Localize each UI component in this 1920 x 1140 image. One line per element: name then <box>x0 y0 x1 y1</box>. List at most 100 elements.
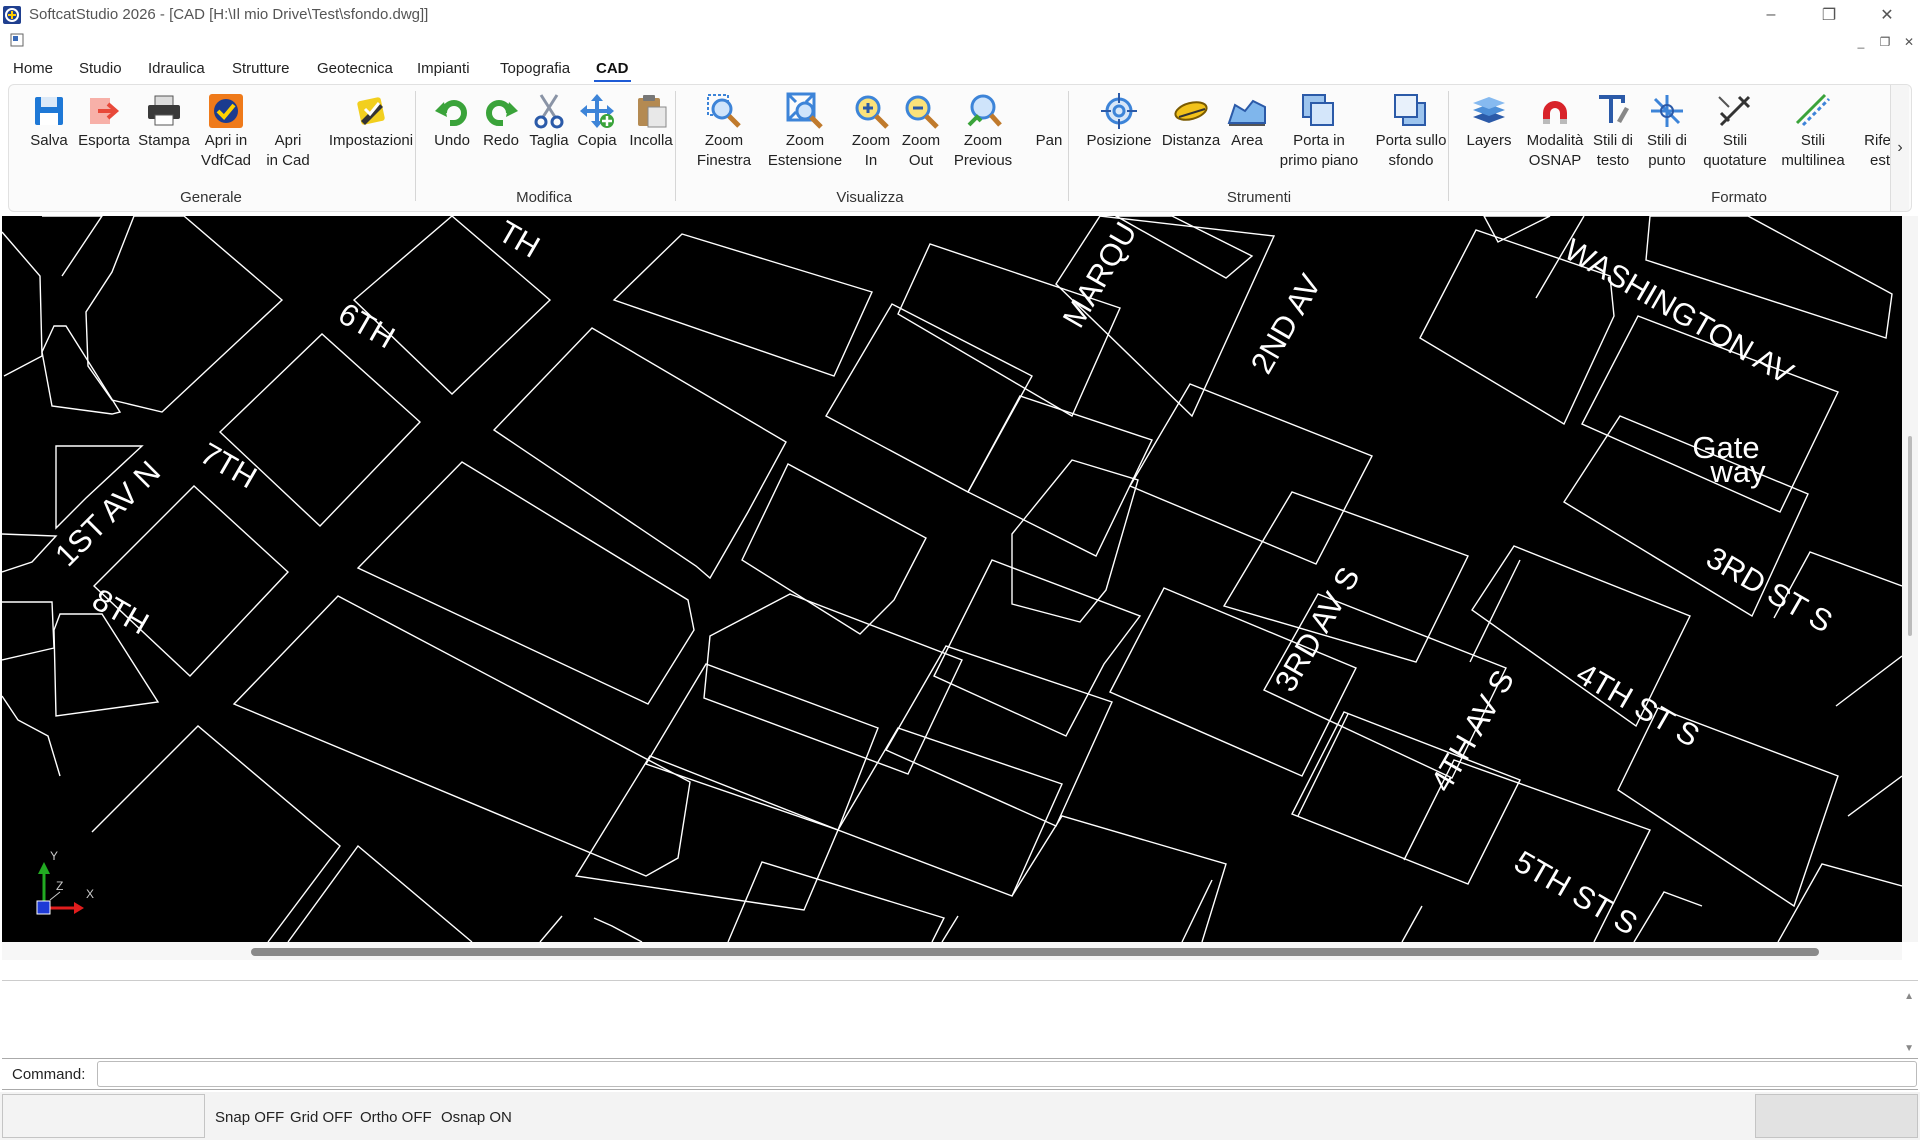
tab-impianti[interactable]: Impianti <box>417 60 470 77</box>
tab-home[interactable]: Home <box>13 60 53 77</box>
tab-studio[interactable]: Studio <box>79 60 122 77</box>
stili-multilinea-label: Stili multilinea <box>1781 132 1845 169</box>
group-label-visualizza: Visualizza <box>836 189 904 206</box>
zoom-window-icon <box>707 94 741 128</box>
tab-idraulica[interactable]: Idraulica <box>148 60 205 77</box>
copia-label: Copia <box>577 132 617 149</box>
apri-in-vdfcad-label: Apri in VdfCad <box>200 132 252 169</box>
group-separator <box>675 91 676 201</box>
ucs-y-label: Y <box>50 849 58 863</box>
stili-quotature-button[interactable]: Stili quotature <box>1695 91 1775 171</box>
porta-sullo-sfondo-label: Porta sullo sfondo <box>1375 132 1447 169</box>
street-label-4th-st-s: 4TH ST S <box>1571 656 1706 754</box>
window-title: SoftcatStudio 2026 - [CAD [H:\Il mio Dri… <box>29 6 429 23</box>
zoom-in-label: Zoom In <box>851 132 891 169</box>
tab-strutture[interactable]: Strutture <box>232 60 290 77</box>
window-close-button[interactable]: ✕ <box>1864 0 1910 30</box>
landmark-label-way: way <box>1709 454 1766 489</box>
canvas-vertical-scrollbar[interactable] <box>1902 216 1918 942</box>
document-icon <box>10 33 24 47</box>
group-label-modifica: Modifica <box>516 189 572 206</box>
document-minimize-button[interactable]: _ <box>1852 34 1870 52</box>
street-label-4th-av-s: 4TH AV S <box>1424 664 1521 797</box>
command-history-panel: ▲ ▼ <box>2 980 1918 1059</box>
layers-button[interactable]: Layers <box>1457 91 1521 151</box>
stili-di-punto-label: Stili di punto <box>1646 132 1687 169</box>
zoom-estensione-button[interactable]: Zoom Estensione <box>757 91 853 171</box>
document-close-button[interactable]: ✕ <box>1900 34 1918 52</box>
command-label: Command: <box>12 1066 86 1083</box>
porta-sullo-sfondo-button[interactable]: Porta sullo sfondo <box>1361 91 1461 171</box>
point-style-icon <box>1651 95 1683 127</box>
cad-drawing-canvas[interactable]: WASHINGTON AV 2ND AV MARQU 6TH 7TH 8TH 1… <box>2 216 1902 942</box>
group-separator <box>1448 91 1449 201</box>
street-label-2nd-av: 2ND AV <box>1244 268 1328 379</box>
zoom-out-button[interactable]: Zoom Out <box>893 91 949 171</box>
scissors-icon <box>534 94 564 129</box>
ribbon-tab-bar: Home Studio Idraulica Strutture Geotecni… <box>0 56 1920 84</box>
canvas-horizontal-scroll-thumb[interactable] <box>251 948 1819 956</box>
zoom-out-icon <box>905 95 939 129</box>
apri-in-vdfcad-button[interactable]: Apri in VdfCad <box>193 91 259 171</box>
snap-toggle[interactable]: Snap OFF <box>215 1109 284 1126</box>
canvas-vertical-scroll-thumb[interactable] <box>1908 436 1912 636</box>
ucs-x-label: X <box>86 887 94 901</box>
impostazioni-button[interactable]: Impostazioni <box>321 91 421 151</box>
street-label-marquette: MARQU <box>1056 216 1144 333</box>
zoom-previous-label: Zoom Previous <box>953 132 1013 169</box>
magnet-icon <box>1543 101 1567 124</box>
tab-topografia[interactable]: Topografia <box>500 60 570 77</box>
stampa-label: Stampa <box>138 132 190 149</box>
modalita-osnap-label: Modalità OSNAP <box>1526 132 1584 169</box>
area-icon <box>1227 99 1266 126</box>
canvas-horizontal-scrollbar[interactable] <box>2 942 1902 960</box>
stampa-button[interactable]: Stampa <box>131 91 197 151</box>
esporta-button[interactable]: Esporta <box>69 91 139 151</box>
command-history-scroll-down[interactable]: ▼ <box>1904 1043 1914 1054</box>
zoom-previous-icon <box>967 94 1002 127</box>
window-restore-button[interactable]: ❐ <box>1806 0 1852 30</box>
redo-label: Redo <box>483 132 519 149</box>
zoom-finestra-button[interactable]: Zoom Finestra <box>684 91 764 171</box>
incolla-button[interactable]: Incolla <box>619 91 683 151</box>
street-label-washington-av: WASHINGTON AV <box>1559 232 1800 391</box>
floppy-disk-icon <box>35 97 63 125</box>
street-labels: WASHINGTON AV 2ND AV MARQU 6TH 7TH 8TH 1… <box>48 216 1838 942</box>
incolla-label: Incolla <box>629 132 673 149</box>
area-button[interactable]: Area <box>1219 91 1275 151</box>
zoom-in-button[interactable]: Zoom In <box>843 91 899 171</box>
stili-di-punto-button[interactable]: Stili di punto <box>1637 91 1697 171</box>
stili-di-testo-label: Stili di testo <box>1592 132 1633 169</box>
esporta-label: Esporta <box>78 132 130 149</box>
document-restore-button[interactable]: ❐ <box>1876 34 1894 52</box>
pan-label: Pan <box>1035 132 1063 149</box>
layers-icon <box>1473 97 1505 123</box>
porta-in-primo-piano-button[interactable]: Porta in primo piano <box>1271 91 1367 171</box>
stili-quotature-label: Stili quotature <box>1703 132 1767 169</box>
zoom-previous-button[interactable]: Zoom Previous <box>943 91 1023 171</box>
copia-button[interactable]: Copia <box>569 91 625 151</box>
tab-cad[interactable]: CAD <box>594 60 630 82</box>
window-minimize-button[interactable]: – <box>1748 0 1794 30</box>
stili-multilinea-button[interactable]: Stili multilinea <box>1773 91 1853 171</box>
paste-clipboard-icon <box>638 95 667 128</box>
street-label-7th: 7TH <box>195 436 263 496</box>
document-bar: _ ❐ ✕ <box>0 30 1920 54</box>
ribbon-scroll-right-button[interactable]: › <box>1890 85 1909 211</box>
grid-toggle[interactable]: Grid OFF <box>290 1109 353 1126</box>
impostazioni-label: Impostazioni <box>328 132 414 149</box>
stili-di-testo-button[interactable]: Stili di testo <box>1585 91 1641 171</box>
export-arrow-icon <box>90 98 120 124</box>
ortho-toggle[interactable]: Ortho OFF <box>360 1109 432 1126</box>
modalita-osnap-button[interactable]: Modalità OSNAP <box>1517 91 1593 171</box>
ribbon-toolbar: Salva Esporta Stampa Apri in VdfCad Apri… <box>8 84 1912 212</box>
command-input[interactable] <box>97 1061 1917 1087</box>
apri-in-cad-button[interactable]: Apri in Cad <box>257 91 319 171</box>
osnap-toggle[interactable]: Osnap ON <box>441 1109 512 1126</box>
command-history-scroll-up[interactable]: ▲ <box>1904 991 1914 1002</box>
tab-geotecnica[interactable]: Geotecnica <box>317 60 393 77</box>
text-style-icon <box>1599 95 1629 123</box>
posizione-button[interactable]: Posizione <box>1077 91 1161 151</box>
distanza-button[interactable]: Distanza <box>1153 91 1229 151</box>
multiline-style-icon <box>1795 93 1831 127</box>
